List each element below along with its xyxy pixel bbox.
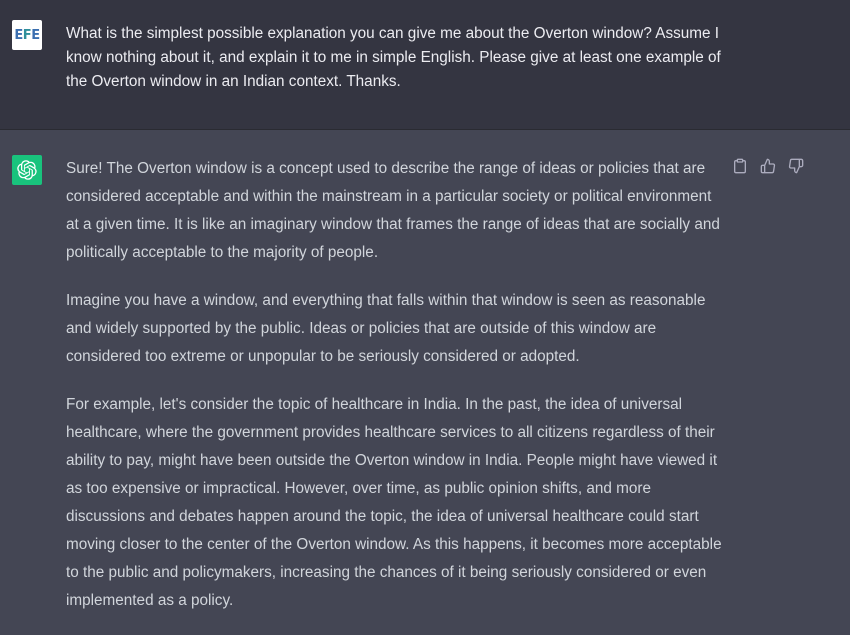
thumbs-down-button[interactable] <box>787 157 805 175</box>
message-actions <box>731 157 805 175</box>
avatar-letter: E <box>14 27 23 43</box>
assistant-message-text: Sure! The Overton window is a concept us… <box>66 155 728 635</box>
assistant-paragraph: Sure! The Overton window is a concept us… <box>66 160 720 261</box>
assistant-paragraph: For example, let's consider the topic of… <box>66 396 722 609</box>
copy-button[interactable] <box>731 157 749 175</box>
thumbs-down-icon <box>788 158 804 174</box>
thumbs-up-icon <box>760 158 776 174</box>
avatar-letter: F <box>22 27 32 43</box>
copy-icon <box>734 158 746 174</box>
user-avatar: EFE <box>12 20 42 50</box>
user-message: EFE What is the simplest possible explan… <box>0 0 850 130</box>
avatar-letter: E <box>31 27 40 43</box>
thumbs-up-button[interactable] <box>759 157 777 175</box>
user-message-text: What is the simplest possible explanatio… <box>66 25 721 90</box>
assistant-message: Sure! The Overton window is a concept us… <box>0 130 850 621</box>
openai-logo-icon <box>17 160 37 180</box>
assistant-paragraph: Imagine you have a window, and everythin… <box>66 292 706 365</box>
assistant-avatar <box>12 155 42 185</box>
